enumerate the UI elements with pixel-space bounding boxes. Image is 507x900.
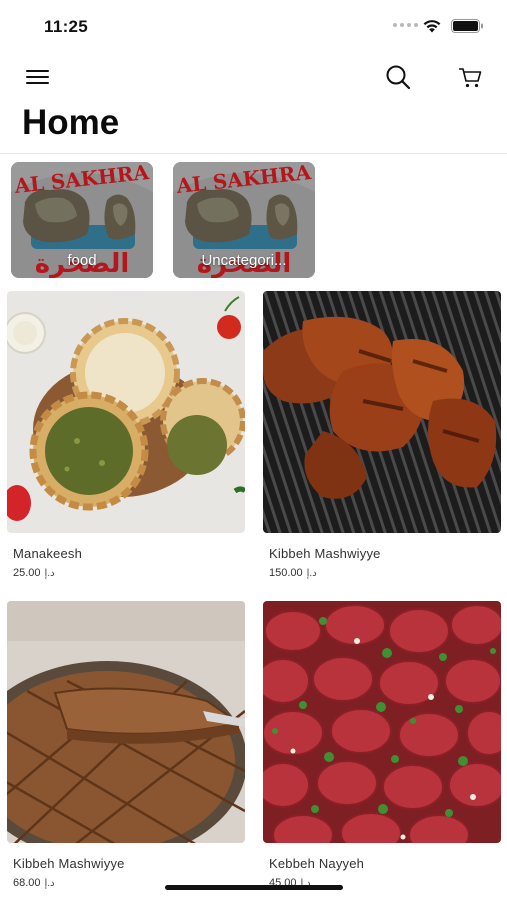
product-card-kebbeh-nayyeh[interactable]: Kebbeh Nayyeh 45.00 د.إ bbox=[263, 601, 501, 889]
product-card-kibbeh-mashwiyye[interactable]: Kibbeh Mashwiyye 68.00 د.إ bbox=[7, 601, 245, 889]
product-name: Manakeesh bbox=[13, 546, 83, 561]
search-icon[interactable] bbox=[384, 63, 412, 91]
product-card-manakeesh[interactable]: Manakeesh 25.00 د.إ bbox=[7, 291, 245, 579]
product-name: Kibbeh Mashwiyye bbox=[269, 546, 381, 561]
product-image-kebbeh-nayyeh bbox=[263, 601, 501, 843]
page-title: Home bbox=[22, 103, 120, 142]
product-image-kibbeh-mashwiyye bbox=[263, 291, 501, 533]
price-amount: 150.00 bbox=[269, 567, 303, 579]
cart-icon[interactable] bbox=[456, 63, 484, 91]
product-image-manakeesh bbox=[7, 291, 245, 533]
home-indicator[interactable] bbox=[165, 885, 343, 890]
product-price: 150.00 د.إ bbox=[269, 567, 501, 579]
title-divider bbox=[0, 153, 507, 154]
wifi-icon bbox=[423, 20, 441, 33]
category-tile-uncategorized[interactable]: AL SAKHRA الصخرة Uncategori... bbox=[173, 162, 315, 278]
product-name: Kibbeh Mashwiyye bbox=[13, 856, 125, 871]
category-tile-food[interactable]: AL SAKHRA الصخرة food bbox=[11, 162, 153, 278]
battery-icon bbox=[451, 19, 483, 33]
top-nav-bar bbox=[0, 55, 507, 99]
product-image-baked-kibbeh bbox=[7, 601, 245, 843]
cellular-signal-icon bbox=[393, 23, 418, 27]
price-amount: 68.00 bbox=[13, 877, 41, 889]
currency-label: د.إ bbox=[44, 568, 55, 579]
menu-icon[interactable] bbox=[25, 66, 51, 88]
currency-label: د.إ bbox=[306, 568, 317, 579]
product-name: Kebbeh Nayyeh bbox=[269, 856, 365, 871]
category-list: AL SAKHRA الصخرة food AL SAKHRA الصخرة U… bbox=[11, 162, 315, 278]
status-bar: 11:25 bbox=[0, 0, 507, 50]
category-label: Uncategori... bbox=[201, 252, 287, 269]
price-amount: 25.00 bbox=[13, 567, 41, 579]
category-label: food bbox=[67, 252, 97, 269]
product-price: 25.00 د.إ bbox=[13, 567, 245, 579]
product-card-kibbeh-mashwiyye[interactable]: Kibbeh Mashwiyye 150.00 د.إ bbox=[263, 291, 501, 579]
currency-label: د.إ bbox=[44, 878, 55, 889]
status-time: 11:25 bbox=[44, 17, 89, 36]
